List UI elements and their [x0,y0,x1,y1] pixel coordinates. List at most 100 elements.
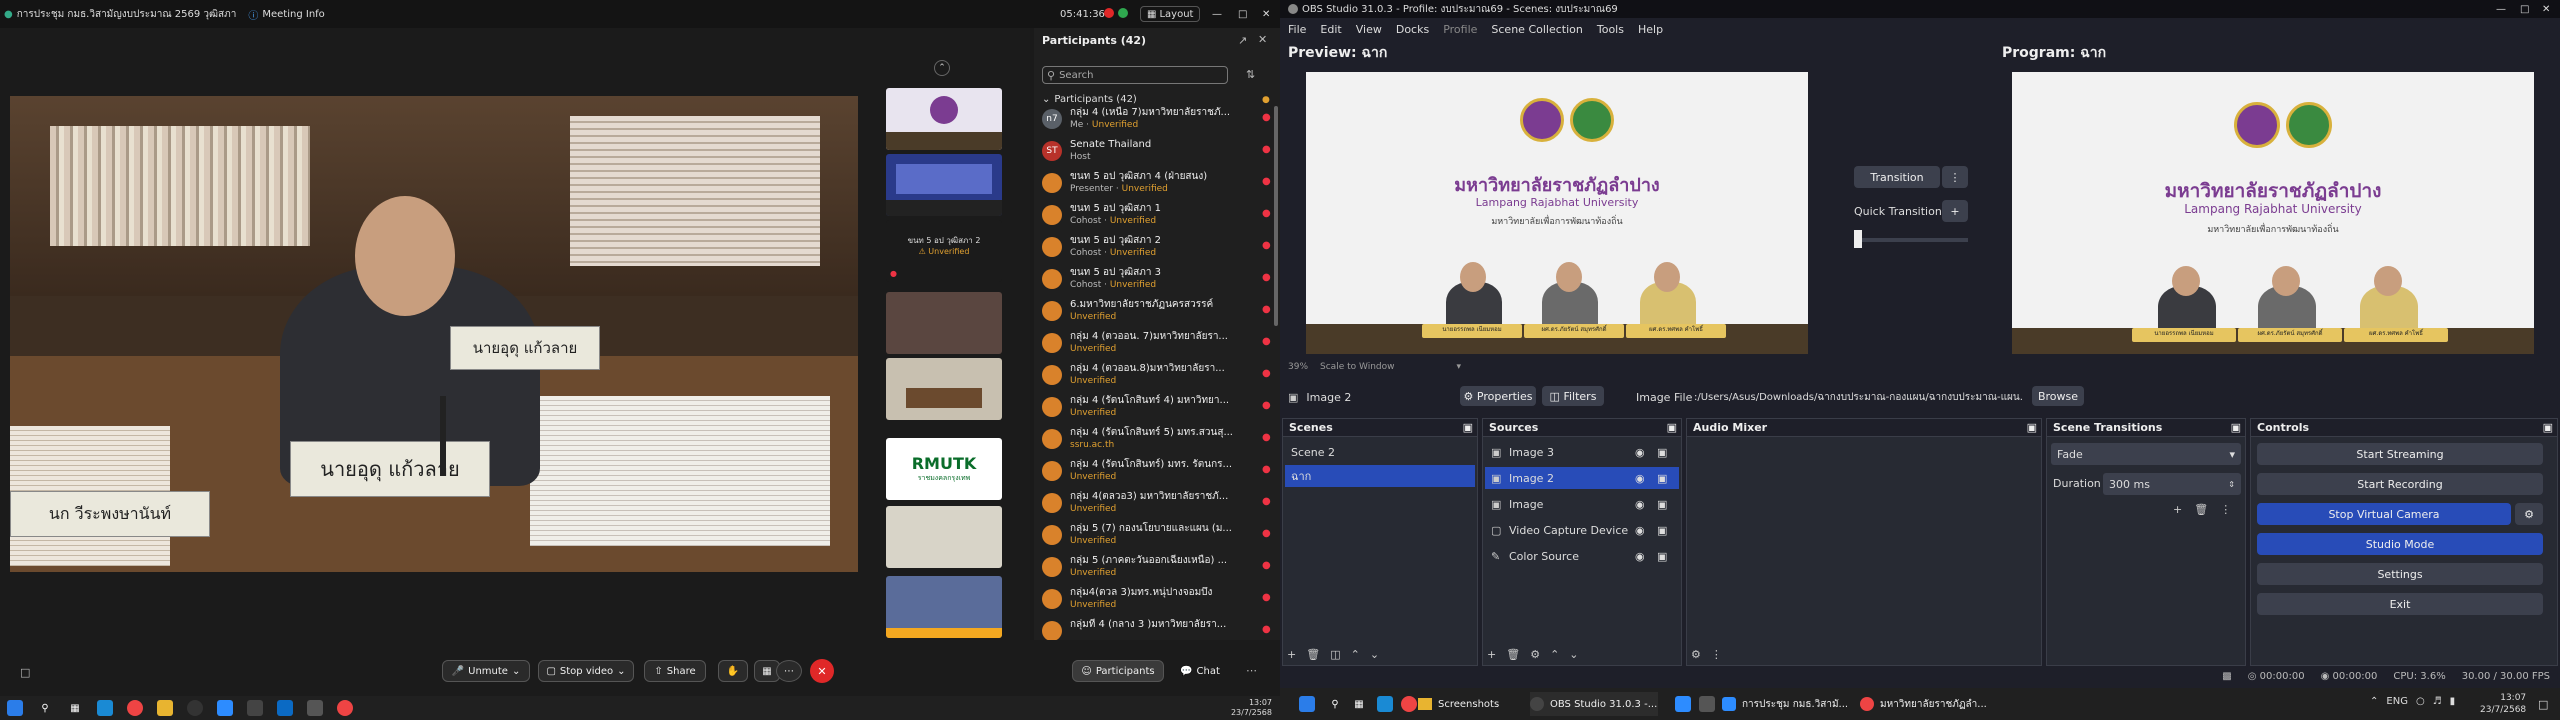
participant-row[interactable]: กลุ่ม4(ตวล 3)มทร.หนุ่ปางจอมบึง Unverified… [1042,586,1271,616]
tray-up-icon[interactable]: ⌃ [2370,696,2378,707]
participant-row[interactable]: ขนท 5 อป วุฒิสภา 3 Cohost · Unverified ● [1042,266,1271,296]
properties-button[interactable]: ⚙ Properties [1460,386,1536,406]
obs-maximize-icon[interactable]: □ [2520,4,2529,15]
lang-indicator[interactable]: ENG [2386,696,2408,707]
scale-mode[interactable]: Scale to Window [1320,362,1394,372]
participant-row[interactable]: กลุ่ม 4 (รัตนโกสินทร์ 5) มทร.สวนสุ... ssr… [1042,426,1271,456]
source-item[interactable]: ▣ Image 2 ◉ ▣ [1485,467,1679,489]
chevron-up-icon[interactable]: ⌃ [934,60,950,76]
add-source-icon[interactable]: + [1487,648,1496,661]
battery-icon[interactable]: ▮ [2450,696,2456,707]
windows-start-icon[interactable] [7,700,23,716]
remove-scene-icon[interactable]: 🗑 [1306,648,1320,661]
menu-file[interactable]: File [1288,23,1306,36]
duration-spinbox[interactable]: 300 ms ⇕ [2103,473,2241,495]
participant-row[interactable]: กลุ่ม 4(ตลวอ3) มหาวิทยาลัยราชภั... Unveri… [1042,490,1271,520]
menu-edit[interactable]: Edit [1320,23,1341,36]
participant-search[interactable]: ⚲ Search [1042,66,1228,84]
thumb-3-no-video[interactable]: ขนท 5 อป วุฒิสภา 2 ⚠ Unverified ● [886,220,1002,282]
exit-button[interactable]: Exit [2257,593,2543,615]
wifi-icon[interactable]: ○ [2416,696,2425,707]
participant-row[interactable]: กลุ่ม 4 (ตวออน. 7)มหาวิทยาลัยรา... Unveri… [1042,330,1271,360]
move-up-icon[interactable]: ⌃ [1351,648,1360,661]
edge-icon-2[interactable] [1377,696,1393,712]
eye-icon[interactable]: ◉ [1635,472,1645,485]
reactions-button[interactable]: ✋ [718,660,748,682]
chrome-icon[interactable] [127,700,143,716]
taskbar-app-screenshots[interactable]: Screenshots [1418,692,1518,716]
app-icon-3[interactable] [1699,696,1715,712]
move-down-icon[interactable]: ⌄ [1370,648,1379,661]
stop-virtual-camera-button[interactable]: Stop Virtual Camera [2257,503,2511,525]
layout-button[interactable]: ▦ Layout [1140,6,1201,22]
participant-row[interactable]: 6.มหาวิทยาลัยราชภัฏนครสวรรค์ Unverified ● [1042,298,1271,328]
start-streaming-button[interactable]: Start Streaming [2257,443,2543,465]
thumb-2[interactable] [886,154,1002,216]
sort-icon[interactable]: ⇅ [1246,68,1255,81]
dock-float-icon-2[interactable]: ▣ [1667,421,1677,434]
meeting-info-button[interactable]: Meeting Info [262,9,324,20]
menu-docks[interactable]: Docks [1396,23,1429,36]
explorer-icon[interactable] [157,700,173,716]
lock-icon[interactable]: ▣ [1657,472,1667,485]
add-transition-icon[interactable]: + [2173,503,2182,516]
panel-close-icon[interactable]: ✕ [1258,33,1267,46]
settings-button[interactable]: Settings [2257,563,2543,585]
app-icon-1[interactable] [247,700,263,716]
search-taskbar-icon-2[interactable]: ⚲ [1327,696,1343,712]
eye-icon[interactable]: ◉ [1635,446,1645,459]
zoom-icon-2[interactable] [1675,696,1691,712]
popout-icon[interactable]: ↗ [1238,34,1247,47]
task-view-icon-2[interactable]: ▦ [1351,696,1367,712]
more-button[interactable]: ⋯ [776,660,802,682]
menu-help[interactable]: Help [1638,23,1663,36]
participant-row[interactable]: ขนท 5 อป วุฒิสภา 1 Cohost · Unverified ● [1042,202,1271,232]
obs-close-icon[interactable]: ✕ [2542,4,2550,15]
lock-icon[interactable]: ▣ [1657,524,1667,537]
participant-row[interactable]: กลุ่ม 4 (รัตนโกสินทร์) มทร. รัตนกร... Unv… [1042,458,1271,488]
participant-row[interactable]: ขนท 5 อป วุฒิสภา 4 (ฝ่ายสนง) Presenter · … [1042,170,1271,200]
outlook-icon[interactable] [277,700,293,716]
zoom-icon[interactable] [217,700,233,716]
chat-more-icon[interactable]: ⋯ [1246,664,1257,677]
transition-props-icon[interactable]: ⋮ [2220,503,2231,516]
dock-float-icon[interactable]: ▣ [1463,421,1473,434]
lock-icon[interactable]: ▣ [1657,498,1667,511]
security-icon[interactable] [1118,8,1128,18]
virtual-camera-settings-button[interactable]: ⚙ [2515,503,2543,525]
thumb-4[interactable] [886,292,1002,354]
scrollbar[interactable] [1274,106,1278,326]
remove-source-icon[interactable]: 🗑 [1506,648,1520,661]
filters-button[interactable]: ◫ Filters [1542,386,1604,406]
eye-icon[interactable]: ◉ [1635,550,1645,563]
speaker-video[interactable]: นายอุดุ แก้วลาย นายอุดุ แก้วลาย นก วีระพ… [10,96,858,572]
participants-group[interactable]: ⌄ Participants (42) [1042,94,1137,105]
transition-select[interactable]: Fade ▾ [2051,443,2241,465]
thumb-5[interactable] [886,358,1002,420]
participant-row[interactable]: กลุ่ม 4 (รัตนโกสินทร์ 4) มหาวิทยา... Unve… [1042,394,1271,424]
scene-filter-icon[interactable]: ◫ [1330,648,1340,661]
participant-row[interactable]: กลุ่ม 5 (ภาคตะวันออกเฉียงเหนือ) ... Unver… [1042,554,1271,584]
menu-view[interactable]: View [1356,23,1382,36]
start-recording-button[interactable]: Start Recording [2257,473,2543,495]
end-call-button[interactable]: ✕ [810,659,834,683]
chrome-icon-3[interactable] [1401,696,1417,712]
source-up-icon[interactable]: ⌃ [1550,648,1559,661]
source-gear-icon[interactable]: ⚙ [1530,648,1540,661]
scale-dropdown-icon[interactable]: ▾ [1456,362,1461,372]
source-down-icon[interactable]: ⌄ [1569,648,1578,661]
app-icon-2[interactable] [307,700,323,716]
menu-profile[interactable]: Profile [1443,23,1477,36]
transition-button[interactable]: Transition [1854,166,1940,188]
taskbar-app-obs[interactable]: OBS Studio 31.0.3 -... [1530,692,1658,716]
dock-float-icon-4[interactable]: ▣ [2231,421,2241,434]
remove-transition-icon[interactable]: 🗑 [2194,503,2208,516]
notification-icon[interactable]: □ [2538,698,2548,711]
edge-icon[interactable] [97,700,113,716]
add-scene-icon[interactable]: + [1287,648,1296,661]
lock-icon[interactable]: ▣ [1657,446,1667,459]
unmute-button[interactable]: 🎤 Unmute ⌄ [442,660,530,682]
close-icon[interactable]: ✕ [1262,9,1270,20]
source-item[interactable]: ✎ Color Source ◉ ▣ [1485,545,1679,567]
add-quick-transition-button[interactable]: + [1942,200,1968,222]
